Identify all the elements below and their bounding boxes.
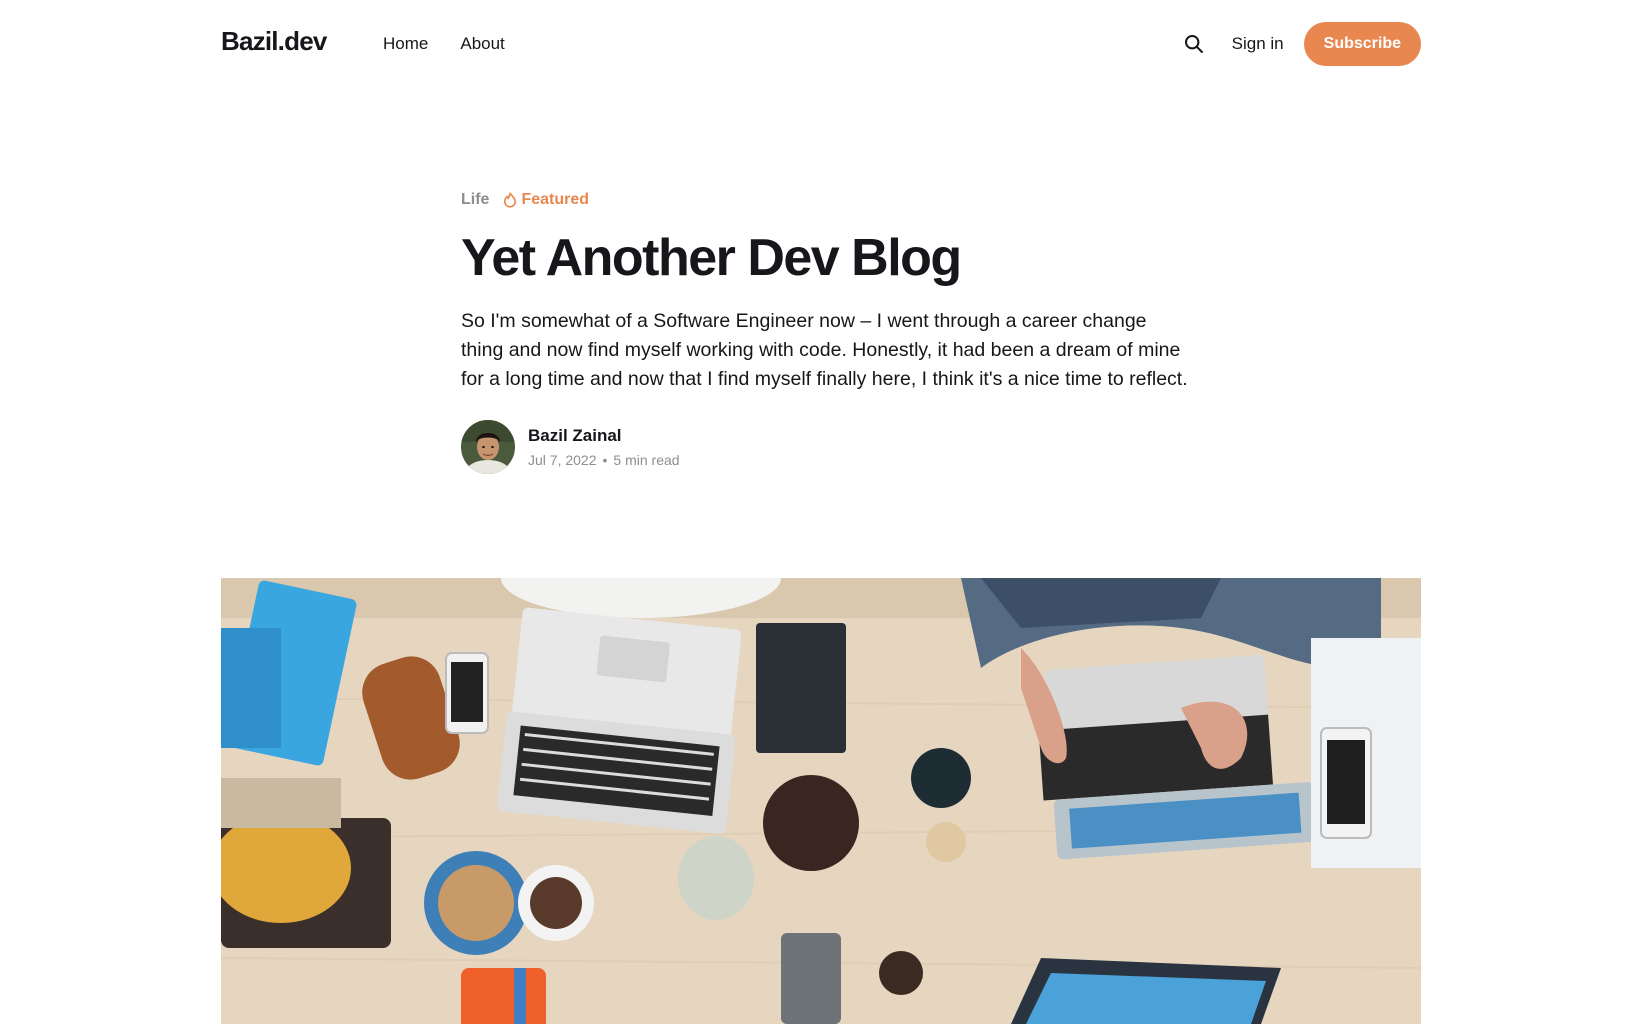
article-excerpt: So I'm somewhat of a Software Engineer n… (461, 310, 1188, 391)
author-name[interactable]: Bazil Zainal (528, 426, 680, 446)
featured-label: Featured (521, 191, 590, 208)
featured-badge: Featured (503, 191, 589, 209)
feature-image (221, 578, 1421, 1024)
author-avatar[interactable] (461, 420, 515, 475)
sign-in-link[interactable]: Sign in (1232, 34, 1284, 54)
subscribe-button[interactable]: Subscribe (1303, 22, 1421, 66)
main-nav: Home About (383, 34, 505, 54)
meta-separator: • (602, 452, 608, 469)
article-title: Yet Another Dev Blog (461, 229, 962, 287)
site-logo[interactable]: Bazil.dev (221, 26, 327, 57)
post-meta: Jul 7, 2022 • 5 min read (528, 452, 680, 468)
article-tags: Life Featured (461, 186, 1191, 214)
site-header: Bazil.dev Home About Sign in Subscribe (0, 0, 1642, 88)
header-actions: Sign in Subscribe (1182, 22, 1421, 66)
author-byline: Bazil Zainal Jul 7, 2022 • 5 min read (461, 420, 1191, 475)
author-info: Bazil Zainal Jul 7, 2022 • 5 min read (528, 426, 680, 468)
flame-icon (504, 192, 517, 208)
article-header: Life Featured Yet Another Dev Blog So I'… (461, 186, 1191, 475)
tag-life[interactable]: Life (461, 191, 489, 209)
reading-time: 5 min read (613, 452, 680, 469)
search-icon (1184, 35, 1203, 53)
post-date: Jul 7, 2022 (528, 452, 597, 469)
search-button[interactable] (1182, 32, 1206, 56)
nav-item-home[interactable]: Home (383, 34, 428, 54)
nav-item-about[interactable]: About (460, 34, 504, 54)
